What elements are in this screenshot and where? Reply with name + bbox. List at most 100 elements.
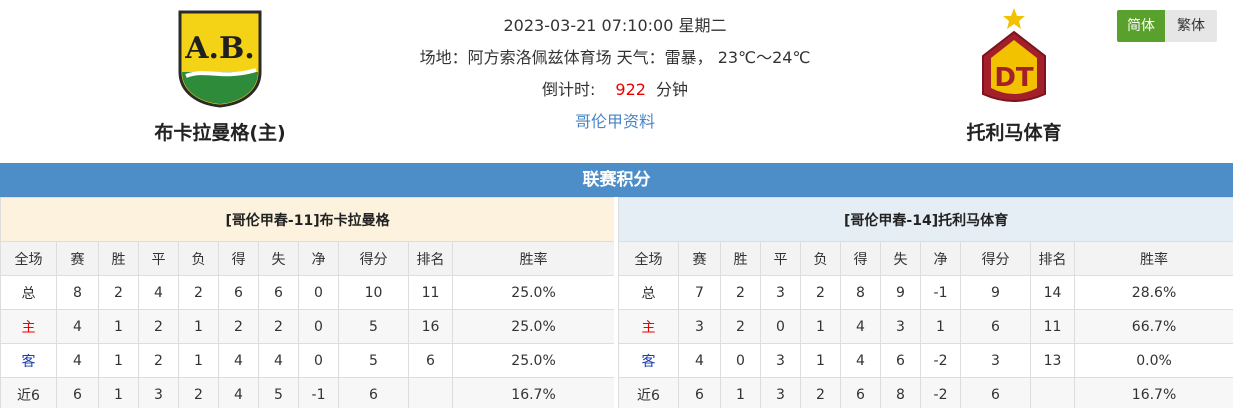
table-cell: 16.7% — [1073, 377, 1233, 408]
column-header: 赛 — [678, 241, 721, 276]
table-row: 总 7 2 3 2 8 9 -1 9 14 28.6% — [618, 275, 1233, 310]
column-header: 排名 — [1030, 241, 1075, 276]
language-switch: 简体 繁体 — [1117, 10, 1217, 42]
table-row: 客 4 0 3 1 4 6 -2 3 13 0.0% — [618, 343, 1233, 378]
table-cell: 4 — [678, 343, 721, 378]
table-cell: 3 — [880, 309, 921, 344]
table-cell: 5 — [338, 309, 409, 344]
table-cell: 4 — [218, 377, 259, 408]
column-header: 全场 — [0, 241, 57, 276]
table-cell: 2 — [98, 275, 139, 310]
column-header: 胜 — [98, 241, 139, 276]
table-cell: -2 — [920, 343, 961, 378]
table-row: 客 4 1 2 1 4 4 0 5 6 25.0% — [0, 343, 616, 378]
countdown-unit: 分钟 — [655, 80, 688, 99]
home-standings-table: [哥伦甲春-11]布卡拉曼格 全场赛胜平负得失净得分 排名 胜率总 8 2 4 2 6 6 0 10… — [0, 197, 616, 408]
league-standings-title: 联赛积分 — [0, 163, 1233, 197]
table-row: 近6 6 1 3 2 4 5 -1 6 16.7% — [0, 377, 616, 408]
table-cell: 2 — [800, 275, 841, 310]
column-header: 失 — [258, 241, 299, 276]
table-cell: 16.7% — [451, 377, 616, 408]
column-header: 得 — [218, 241, 259, 276]
table-cell: 25.0% — [451, 343, 616, 378]
table-row: 主 3 2 0 1 4 3 1 6 11 66.7% — [618, 309, 1233, 344]
table-cell — [408, 377, 453, 408]
match-datetime: 2023-03-21 07:10:00 星期二 — [503, 16, 727, 35]
row-label: 总 — [0, 275, 57, 310]
row-label: 客 — [0, 343, 57, 378]
table-cell: 10 — [338, 275, 409, 310]
table-cell: 0 — [720, 343, 761, 378]
table-header-row: 全场赛胜平负得失净得分 排名 胜率 — [618, 241, 1233, 276]
table-cell: 9 — [880, 275, 921, 310]
row-label: 主 — [618, 309, 679, 344]
row-label: 近6 — [0, 377, 57, 408]
table-cell: 6 — [678, 377, 721, 408]
column-header: 得 — [840, 241, 881, 276]
table-cell: 3 — [960, 343, 1031, 378]
table-cell: 6 — [840, 377, 881, 408]
row-label: 客 — [618, 343, 679, 378]
table-header-row: 全场赛胜平负得失净得分 排名 胜率 — [0, 241, 616, 276]
table-cell: -1 — [920, 275, 961, 310]
away-standings-table: [哥伦甲春-14]托利马体育 全场赛胜平负得失净得分 排名 胜率总 7 2 3 2 8 9 -1 9… — [617, 197, 1233, 408]
table-cell: 7 — [678, 275, 721, 310]
lang-traditional-button[interactable]: 繁体 — [1165, 10, 1217, 42]
lang-simplified-button[interactable]: 简体 — [1117, 10, 1165, 42]
table-cell: 6 — [408, 343, 453, 378]
table-cell: 6 — [960, 377, 1031, 408]
table-cell: 16 — [408, 309, 453, 344]
column-header: 胜 — [720, 241, 761, 276]
column-header: 排名 — [408, 241, 453, 276]
table-cell: 11 — [408, 275, 453, 310]
league-info-link[interactable]: 哥伦甲资料 — [575, 112, 655, 131]
table-cell: 4 — [218, 343, 259, 378]
home-team-name[interactable]: 布卡拉曼格(主) — [120, 118, 320, 145]
table-cell: 1 — [178, 309, 219, 344]
column-header: 平 — [760, 241, 801, 276]
table-cell: 1 — [98, 343, 139, 378]
table-cell: 4 — [840, 309, 881, 344]
table-row: 近6 6 1 3 2 6 8 -2 6 16.7% — [618, 377, 1233, 408]
table-cell: 1 — [720, 377, 761, 408]
match-venue-weather: 场地：阿方索洛佩兹体育场 天气：雷暴， 23℃～24℃ — [419, 48, 811, 67]
table-cell: 3 — [760, 275, 801, 310]
table-cell: 3 — [760, 343, 801, 378]
table-cell: 25.0% — [451, 275, 616, 310]
table-cell: 11 — [1030, 309, 1075, 344]
table-cell: 2 — [720, 275, 761, 310]
column-header: 赛 — [56, 241, 99, 276]
table-cell: 25.0% — [451, 309, 616, 344]
table-cell: 2 — [178, 377, 219, 408]
table-cell: 28.6% — [1073, 275, 1233, 310]
away-team-name[interactable]: 托利马体育 — [914, 118, 1114, 145]
table-cell: -2 — [920, 377, 961, 408]
match-info: 2023-03-21 07:10:00 星期二 场地：阿方索洛佩兹体育场 天气：… — [380, 14, 850, 142]
home-team-logo: A.B. — [178, 10, 262, 108]
column-header: 全场 — [618, 241, 679, 276]
table-cell: 0 — [298, 309, 339, 344]
table-cell: 2 — [138, 343, 179, 378]
table-cell: 8 — [840, 275, 881, 310]
column-header: 净 — [298, 241, 339, 276]
table-cell: 3 — [138, 377, 179, 408]
table-cell: 1 — [98, 377, 139, 408]
column-header: 得分 — [338, 241, 409, 276]
home-table-caption: [哥伦甲春-11]布卡拉曼格 — [0, 197, 616, 242]
column-header: 得分 — [960, 241, 1031, 276]
table-cell: 2 — [218, 309, 259, 344]
table-cell: -1 — [298, 377, 339, 408]
table-cell: 4 — [258, 343, 299, 378]
table-cell: 4 — [840, 343, 881, 378]
table-cell: 6 — [960, 309, 1031, 344]
svg-text:DT: DT — [994, 63, 1034, 93]
table-cell: 3 — [678, 309, 721, 344]
table-cell: 2 — [800, 377, 841, 408]
table-cell: 2 — [138, 309, 179, 344]
table-cell: 0 — [760, 309, 801, 344]
table-cell: 66.7% — [1073, 309, 1233, 344]
table-cell: 6 — [338, 377, 409, 408]
table-cell: 6 — [880, 343, 921, 378]
table-cell: 9 — [960, 275, 1031, 310]
column-header: 负 — [178, 241, 219, 276]
